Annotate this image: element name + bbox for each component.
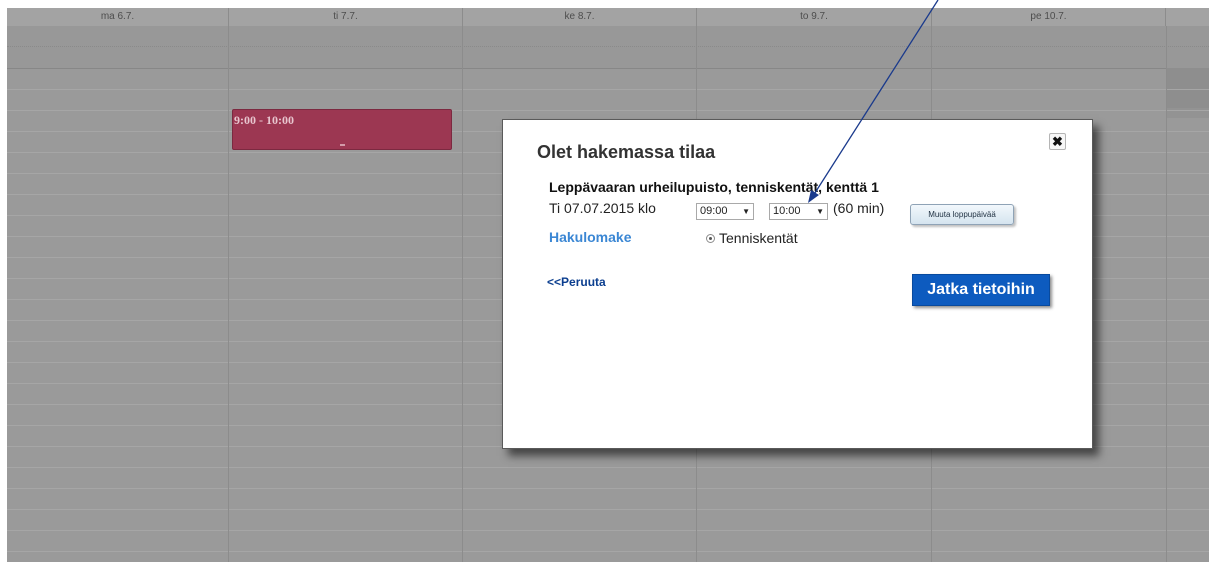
start-time-select[interactable]: 09:00 ▼: [696, 203, 754, 220]
day-header-wed[interactable]: ke 8.7.: [463, 8, 697, 26]
start-time-value: 09:00: [700, 205, 728, 217]
calendar-event[interactable]: 9:00 - 10:00: [232, 109, 452, 150]
day-header-row: ma 6.7. ti 7.7. ke 8.7. to 9.7. pe 10.7.: [7, 8, 1209, 27]
duration-label: (60 min): [833, 200, 885, 216]
venue-name: Leppävaaran urheilupuisto, tenniskentät,…: [549, 179, 879, 195]
event-time-label: 9:00 - 10:00: [234, 113, 294, 127]
tennis-courts-radio[interactable]: [706, 234, 715, 243]
reservation-date: Ti 07.07.2015 klo: [549, 200, 656, 216]
reservation-dialog: ✖ Olet hakemassa tilaa Leppävaaran urhei…: [502, 119, 1093, 449]
day-header-thu[interactable]: to 9.7.: [697, 8, 932, 26]
chevron-down-icon: ▼: [742, 207, 750, 216]
end-time-select[interactable]: 10:00 ▼: [769, 203, 828, 220]
day-header-fri[interactable]: pe 10.7.: [932, 8, 1166, 26]
tennis-courts-radio-label[interactable]: Tenniskentät: [719, 230, 798, 246]
dialog-title: Olet hakemassa tilaa: [537, 142, 716, 162]
end-time-value: 10:00: [773, 205, 801, 217]
continue-button[interactable]: Jatka tietoihin: [912, 274, 1050, 306]
change-end-date-button[interactable]: Muuta loppupäivää: [910, 204, 1014, 225]
chevron-down-icon: ▼: [816, 207, 824, 216]
cancel-link[interactable]: <<Peruuta: [547, 275, 606, 289]
close-icon[interactable]: ✖: [1049, 133, 1066, 150]
day-header-mon[interactable]: ma 6.7.: [7, 8, 229, 26]
event-resize-handle[interactable]: [340, 144, 345, 146]
day-header-tue[interactable]: ti 7.7.: [229, 8, 463, 26]
application-form-link[interactable]: Hakulomake: [549, 229, 631, 245]
all-day-row[interactable]: [7, 26, 1209, 69]
